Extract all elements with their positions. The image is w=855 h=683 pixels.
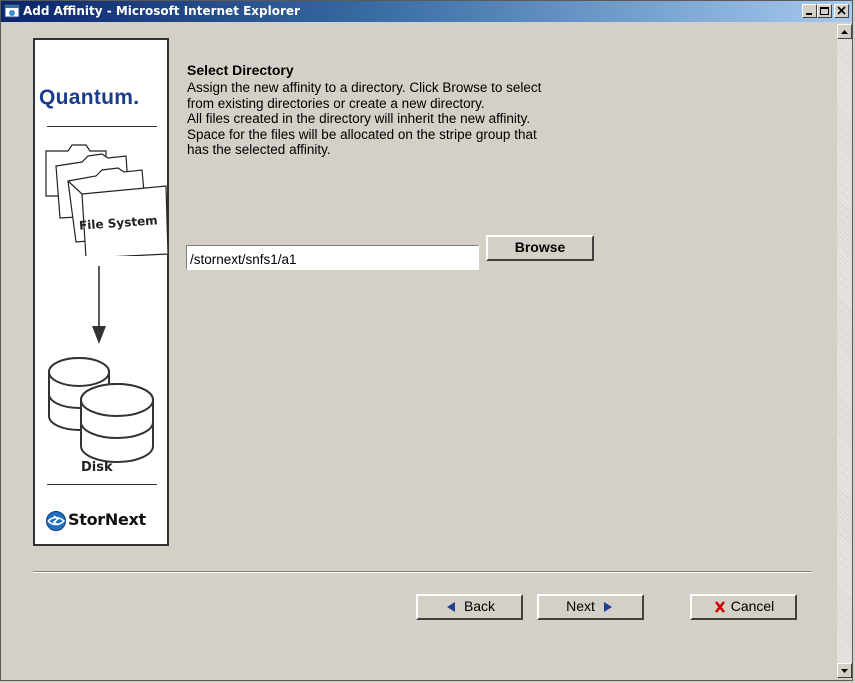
directory-path-input[interactable]: [186, 245, 479, 270]
title-bar[interactable]: Add Affinity - Microsoft Internet Explor…: [1, 1, 852, 22]
browse-label: Browse: [514, 239, 566, 255]
cancel-x-icon: [714, 601, 725, 614]
divider: [47, 484, 157, 485]
minimize-button[interactable]: [802, 4, 817, 18]
description-text: Assign the new affinity to a directory. …: [187, 80, 727, 158]
disk-stack-icon: [48, 357, 154, 463]
ie-app-icon: [4, 4, 20, 18]
folder-stack-icon: [45, 144, 168, 256]
arrow-down-icon: [841, 669, 848, 673]
back-button[interactable]: Back: [416, 594, 523, 620]
description-line: All files created in the directory will …: [187, 111, 531, 126]
back-label: Back: [463, 598, 496, 614]
next-label: Next: [566, 598, 595, 614]
window-title: Add Affinity - Microsoft Internet Explor…: [23, 4, 300, 18]
cancel-button[interactable]: Cancel: [690, 594, 797, 620]
minimize-icon: [806, 13, 812, 15]
arrow-right-icon: [603, 602, 612, 613]
scroll-down-button[interactable]: [837, 663, 852, 678]
divider: [47, 126, 157, 127]
disk-label: Disk: [81, 460, 113, 475]
page-title: Select Directory: [187, 62, 294, 78]
close-button[interactable]: [834, 4, 849, 18]
down-arrow-icon: [92, 266, 106, 344]
cancel-label: Cancel: [730, 598, 775, 614]
description-line: Assign the new affinity to a directory. …: [187, 80, 542, 95]
browse-button[interactable]: Browse: [486, 235, 594, 261]
description-line: Space for the files will be allocated on…: [187, 126, 537, 142]
description-line: has the selected affinity.: [187, 142, 331, 157]
arrow-left-icon: [446, 602, 455, 613]
description-line: from existing directories or create a ne…: [187, 95, 485, 111]
stornext-globe-icon: [46, 511, 66, 531]
next-button[interactable]: Next: [537, 594, 644, 620]
arrow-up-icon: [841, 30, 848, 34]
vertical-scrollbar[interactable]: [837, 24, 852, 678]
maximize-button[interactable]: [817, 4, 832, 18]
scroll-up-button[interactable]: [837, 24, 852, 39]
footer-separator: [33, 571, 812, 573]
quantum-logo: Quantum.: [39, 86, 140, 109]
sidebar-panel: Quantum. File System Disk StorNext: [33, 38, 169, 546]
stornext-logo: StorNext: [68, 510, 146, 529]
maximize-icon: [820, 7, 829, 15]
close-icon: [837, 6, 846, 15]
